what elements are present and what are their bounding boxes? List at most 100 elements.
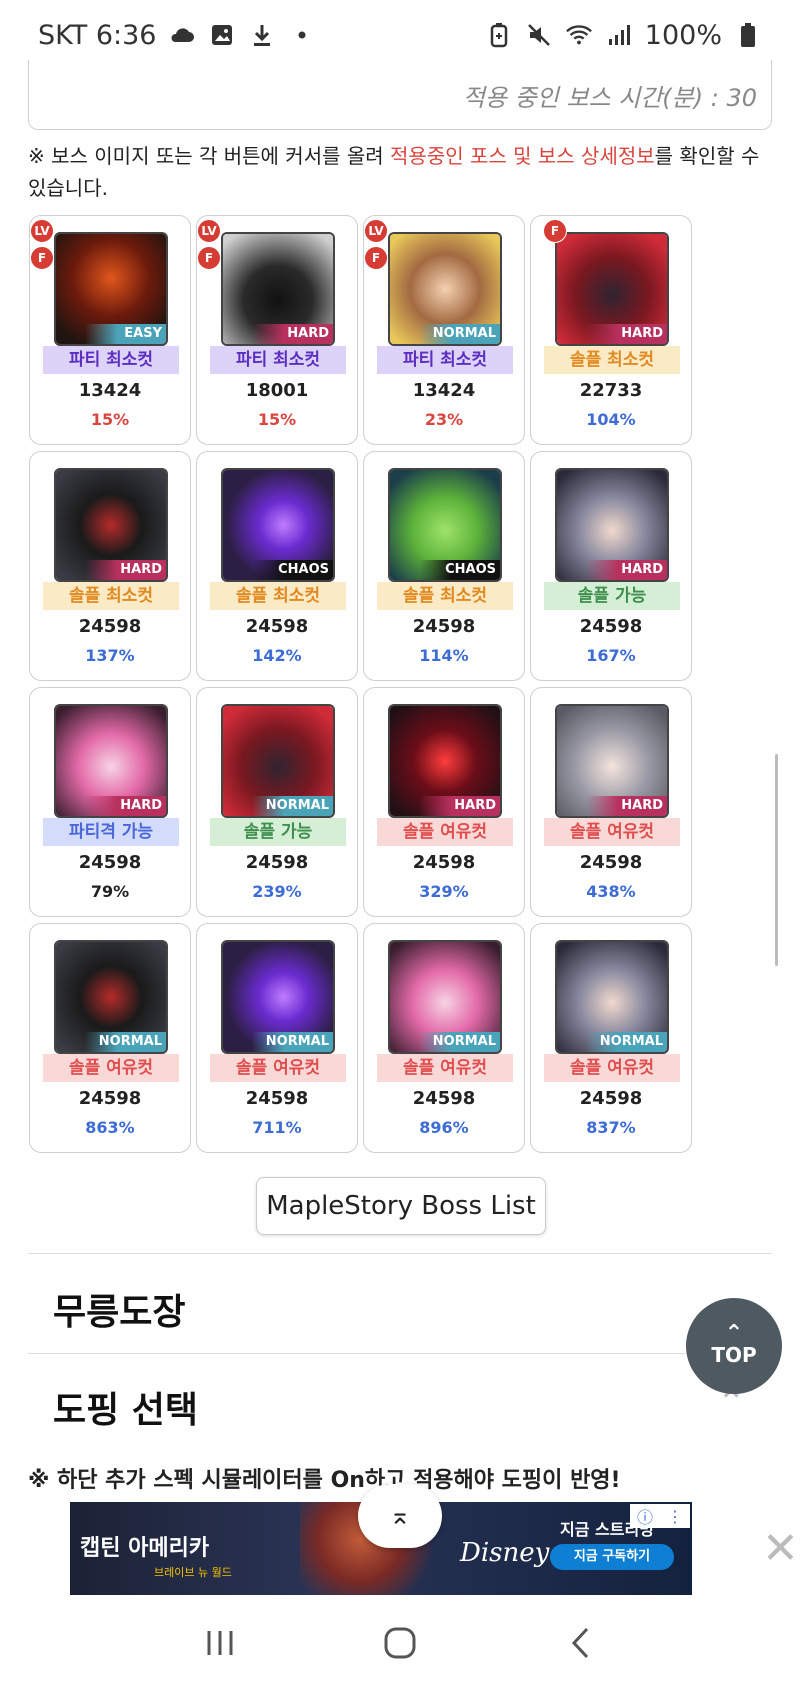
boss-card[interactable]: NORMAL 솔플 여유컷 24598 896%: [363, 923, 525, 1153]
damage-percent: 837%: [586, 1118, 636, 1137]
divider: [28, 1253, 772, 1254]
battery-saver-icon: [485, 21, 513, 49]
ad-subscribe-button[interactable]: 지금 구독하기: [550, 1544, 674, 1570]
level-badge: LV: [364, 219, 388, 243]
navigation-bar: [0, 1596, 800, 1689]
boss-card[interactable]: NORMAL 솔플 가능 24598 239%: [196, 687, 358, 917]
boss-portrait[interactable]: HARD: [54, 704, 168, 818]
difficulty-label: HARD: [418, 796, 500, 816]
combat-power: 24598: [579, 852, 643, 873]
signal-icon: [605, 21, 633, 49]
boss-card[interactable]: LV F HARD 파티 최소컷 18001 15%: [196, 215, 358, 445]
battery-icon: [734, 21, 762, 49]
boss-card[interactable]: NORMAL 솔플 여유컷 24598 837%: [530, 923, 692, 1153]
boss-portrait[interactable]: NORMAL: [54, 940, 168, 1054]
combat-power: 24598: [78, 616, 142, 637]
back-icon[interactable]: [550, 1613, 610, 1673]
boss-card[interactable]: NORMAL 솔플 여유컷 24598 863%: [29, 923, 191, 1153]
force-badge: F: [364, 246, 388, 270]
cut-status-label: 파티 최소컷: [43, 346, 179, 374]
boss-card[interactable]: CHAOS 솔플 최소컷 24598 142%: [196, 451, 358, 681]
info-icon[interactable]: ⓘ: [637, 1504, 653, 1528]
combat-power: 24598: [412, 1088, 476, 1109]
boss-card[interactable]: CHAOS 솔플 최소컷 24598 114%: [363, 451, 525, 681]
difficulty-label: HARD: [84, 796, 166, 816]
dot-icon: [288, 21, 316, 49]
combat-power: 24598: [245, 1088, 309, 1109]
combat-power: 13424: [412, 380, 476, 401]
top-button-label: TOP: [711, 1343, 757, 1367]
damage-percent: 23%: [424, 410, 464, 429]
boss-card[interactable]: HARD 솔플 가능 24598 167%: [530, 451, 692, 681]
chevron-up-icon: ⌃: [724, 1321, 744, 1346]
boss-card[interactable]: F HARD 솔플 최소컷 22733 104%: [530, 215, 692, 445]
boss-portrait[interactable]: NORMAL: [388, 232, 502, 346]
top-button[interactable]: ⌃ TOP: [686, 1298, 782, 1394]
force-badge: F: [197, 246, 221, 270]
difficulty-label: CHAOS: [418, 560, 500, 580]
close-icon[interactable]: ✕: [762, 1527, 799, 1571]
boss-portrait[interactable]: NORMAL: [221, 940, 335, 1054]
boss-portrait[interactable]: NORMAL: [221, 704, 335, 818]
section-doping[interactable]: 도핑 선택: [53, 1381, 198, 1433]
boss-card[interactable]: HARD 파티격 가능 24598 79%: [29, 687, 191, 917]
damage-percent: 142%: [252, 646, 302, 665]
difficulty-label: HARD: [585, 324, 667, 344]
boss-portrait[interactable]: CHAOS: [221, 468, 335, 582]
cut-status-label: 파티격 가능: [43, 818, 179, 846]
cut-status-label: 솔플 최소컷: [377, 582, 513, 610]
home-icon[interactable]: [370, 1613, 430, 1673]
boss-card[interactable]: LV F EASY 파티 최소컷 13424 15%: [29, 215, 191, 445]
mute-icon: [525, 21, 553, 49]
combat-power: 13424: [78, 380, 142, 401]
difficulty-label: NORMAL: [585, 1032, 667, 1052]
boss-portrait[interactable]: CHAOS: [388, 468, 502, 582]
damage-percent: 329%: [419, 882, 469, 901]
level-badge: LV: [30, 219, 54, 243]
cut-status-label: 솔플 최소컷: [544, 346, 680, 374]
boss-time-card: 적용 중인 보스 시간(분) : 30: [28, 60, 772, 130]
more-icon[interactable]: ⋮: [667, 1507, 683, 1526]
damage-percent: 239%: [252, 882, 302, 901]
boss-portrait[interactable]: HARD: [555, 468, 669, 582]
boss-list-button[interactable]: MapleStory Boss List: [256, 1177, 546, 1235]
cut-status-label: 솔플 여유컷: [377, 818, 513, 846]
boss-card[interactable]: LV F NORMAL 파티 최소컷 13424 23%: [363, 215, 525, 445]
notice-prefix: ※ 보스 이미지 또는 각 버튼에 커서를 올려: [28, 144, 391, 168]
boss-portrait[interactable]: HARD: [388, 704, 502, 818]
damage-percent: 896%: [419, 1118, 469, 1137]
difficulty-label: HARD: [251, 324, 333, 344]
boss-portrait[interactable]: HARD: [555, 232, 669, 346]
cloud-icon: [168, 21, 196, 49]
boss-portrait[interactable]: HARD: [221, 232, 335, 346]
ad-info[interactable]: ⓘ ⋮: [630, 1504, 690, 1528]
level-badge: LV: [197, 219, 221, 243]
scrollbar[interactable]: [775, 754, 778, 966]
force-badge: F: [543, 219, 567, 243]
hover-notice: ※ 보스 이미지 또는 각 버튼에 커서를 올려 적용중인 포스 및 보스 상세…: [28, 140, 774, 204]
cut-status-label: 솔플 여유컷: [544, 818, 680, 846]
boss-portrait[interactable]: HARD: [54, 468, 168, 582]
combat-power: 24598: [78, 1088, 142, 1109]
boss-card[interactable]: HARD 솔플 최소컷 24598 137%: [29, 451, 191, 681]
damage-percent: 114%: [419, 646, 469, 665]
boss-card[interactable]: NORMAL 솔플 여유컷 24598 711%: [196, 923, 358, 1153]
damage-percent: 167%: [586, 646, 636, 665]
difficulty-label: EASY: [84, 324, 166, 344]
boss-portrait[interactable]: NORMAL: [388, 940, 502, 1054]
boss-card[interactable]: HARD 솔플 여유컷 24598 329%: [363, 687, 525, 917]
damage-percent: 863%: [85, 1118, 135, 1137]
boss-portrait[interactable]: HARD: [555, 704, 669, 818]
recents-icon[interactable]: [190, 1613, 250, 1673]
cut-status-label: 파티 최소컷: [210, 346, 346, 374]
scroll-top-icon[interactable]: ⌅: [358, 1484, 442, 1548]
boss-portrait[interactable]: NORMAL: [555, 940, 669, 1054]
damage-percent: 79%: [90, 882, 130, 901]
combat-power: 24598: [245, 616, 309, 637]
combat-power: 24598: [412, 852, 476, 873]
section-mureung[interactable]: 무릉도장: [53, 1283, 185, 1335]
boss-card[interactable]: HARD 솔플 여유컷 24598 438%: [530, 687, 692, 917]
cut-status-label: 솔플 최소컷: [210, 582, 346, 610]
boss-portrait[interactable]: EASY: [54, 232, 168, 346]
image-icon: [208, 21, 236, 49]
